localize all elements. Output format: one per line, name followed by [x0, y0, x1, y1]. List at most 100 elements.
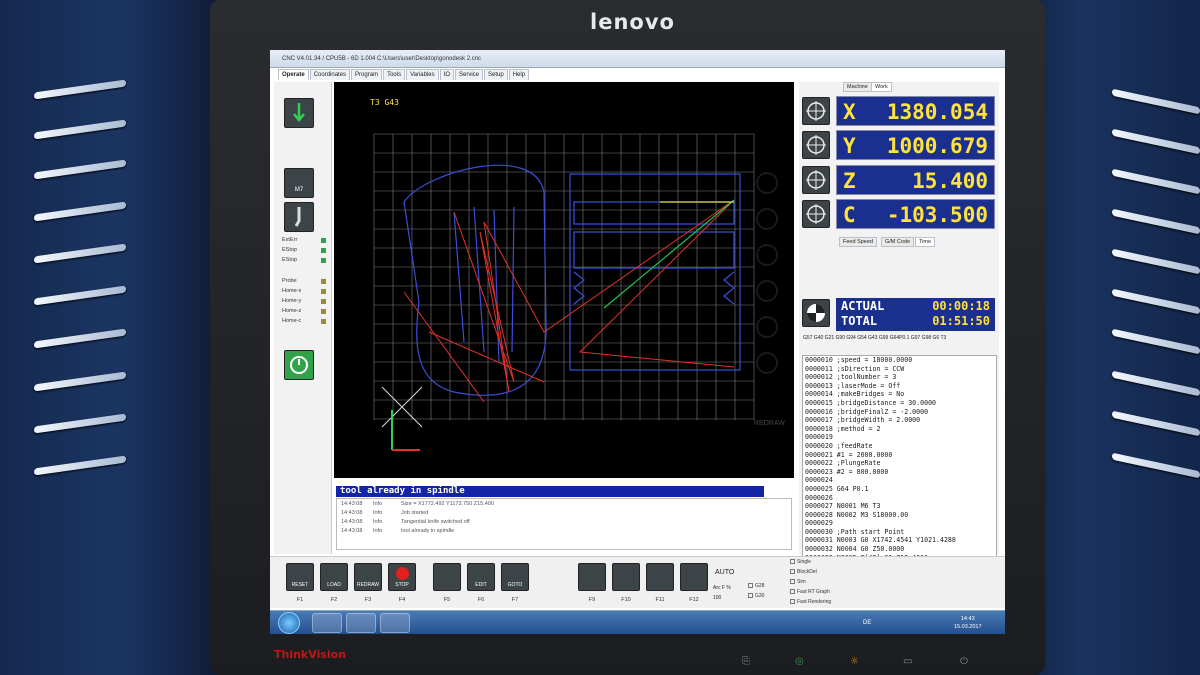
view-top-icon[interactable] — [756, 352, 778, 374]
zoom-in-icon[interactable] — [756, 172, 778, 194]
edit-button[interactable]: EDIT — [467, 563, 495, 591]
window-titlebar[interactable]: CNC V4.01.34 / CPU5B - 6D 1.004 C:\Users… — [270, 50, 1005, 68]
vent-slot — [1112, 410, 1200, 437]
gcode-line[interactable]: 0000027 N0001 M6 T3 — [803, 502, 996, 511]
gcode-line[interactable]: 0000021 #1 = 2000.0000 — [803, 451, 996, 460]
indicator-estop: EStop — [282, 247, 328, 253]
menu-icon[interactable]: ◎ — [795, 656, 804, 667]
gcode-line[interactable]: 0000030 ;Path start Point — [803, 528, 996, 537]
tab-operate[interactable]: Operate — [278, 69, 309, 80]
rewind-button[interactable] — [433, 563, 461, 591]
gcode-listing[interactable]: 0000010 ;speed = 18000.0000 0000011 ;sDir… — [802, 355, 997, 567]
display-icon[interactable]: ▭ — [903, 656, 912, 667]
undo-button[interactable] — [680, 563, 708, 591]
media-taskbar-icon[interactable] — [346, 613, 376, 633]
gcode-line[interactable]: 0000028 N0002 M3 S18000.00 — [803, 511, 996, 520]
probe-path — [603, 199, 735, 309]
blockdel-checkbox[interactable]: BlockDel — [790, 569, 817, 575]
fast-rt-graph-checkbox[interactable]: Fast RT Graph — [790, 589, 830, 595]
left-panel: M7 ExtErr EStop EStop Probe Home-x Home-… — [274, 82, 332, 554]
g28-checkbox[interactable]: G28 — [748, 583, 764, 589]
tab-setup[interactable]: Setup — [484, 69, 508, 80]
tab-variables[interactable]: Variables — [406, 69, 439, 80]
indicator-exterr: ExtErr — [282, 237, 328, 243]
tab-machine[interactable]: Machine — [843, 82, 872, 92]
gcode-line[interactable]: 0000017 ;bridgeWidth = 2.0000 — [803, 416, 996, 425]
gcode-line[interactable]: 0000012 ;toolNumber = 3 — [803, 373, 996, 382]
stop-button[interactable]: STOP — [388, 563, 416, 591]
gcode-line[interactable]: 0000026 — [803, 494, 996, 503]
tab-work[interactable]: Work — [871, 82, 892, 92]
brightness-icon[interactable]: ☼ — [850, 656, 859, 667]
tab-coordinates[interactable]: Coordinates — [309, 69, 351, 80]
m7-button[interactable]: M7 — [284, 168, 314, 198]
tool-icon — [294, 207, 301, 227]
function-bar: RESET LOAD REDRAW STOP EDIT GOTO F1 F2 F… — [270, 556, 1005, 608]
gcode-line[interactable]: 0000025 G64 P0.1 — [803, 485, 996, 494]
g30-checkbox[interactable]: G30 — [748, 593, 764, 599]
zoom-fit-icon[interactable] — [756, 244, 778, 266]
zoom-out-icon[interactable] — [756, 208, 778, 230]
language-indicator[interactable]: DE — [863, 620, 871, 626]
tab-help[interactable]: Help — [508, 69, 530, 80]
zero-y-button[interactable] — [802, 131, 830, 159]
gcode-line[interactable]: 0000011 ;sDirection = CCW — [803, 365, 996, 374]
zero-c-button[interactable] — [802, 200, 830, 228]
reset-button[interactable]: RESET — [286, 563, 314, 591]
view-3d-icon[interactable] — [756, 316, 778, 338]
gcode-line[interactable]: 0000013 ;laserMode = Off — [803, 382, 996, 391]
gcode-line[interactable]: 0000020 ;feedRate — [803, 442, 996, 451]
vent-slot — [34, 371, 126, 392]
gcode-line[interactable]: 0000032 N0004 G0 Z50.0000 — [803, 545, 996, 554]
cnc-app-taskbar-icon[interactable] — [380, 613, 410, 633]
gcode-line[interactable]: 0000016 ;bridgeFinalZ = -2.0000 — [803, 408, 996, 417]
feed-reset-button[interactable] — [646, 563, 674, 591]
arc-feed-value[interactable]: 100 — [713, 595, 731, 601]
arc-feed: Arc F % 100 — [713, 585, 731, 601]
gcode-line[interactable]: 0000018 ;method = 2 — [803, 425, 996, 434]
gcode-line[interactable]: 0000029 — [803, 519, 996, 528]
feed-minus-button[interactable] — [578, 563, 606, 591]
explorer-taskbar-icon[interactable] — [312, 613, 342, 633]
tab-time[interactable]: Time — [915, 237, 936, 247]
start-cycle-button[interactable] — [284, 350, 314, 380]
gcode-line[interactable]: 0000024 — [803, 476, 996, 485]
vent-slot — [1112, 328, 1200, 355]
goto-button[interactable]: GOTO — [501, 563, 529, 591]
power-icon[interactable]: ⏻ — [960, 656, 968, 667]
coolant-button[interactable] — [284, 98, 314, 128]
tab-io[interactable]: IO — [439, 69, 454, 80]
feed-plus-button[interactable] — [612, 563, 640, 591]
gcode-line[interactable]: 0000031 N0003 G0 X1742.4541 Y1021.4288 — [803, 536, 996, 545]
taskbar-clock[interactable]: 14:43 15.03.2017 — [954, 615, 982, 631]
fast-rendering-checkbox[interactable]: Fast Rendering — [790, 599, 831, 605]
redraw-label[interactable]: REDRAW — [754, 420, 785, 427]
zero-x-button[interactable] — [802, 97, 830, 125]
gcode-line[interactable]: 0000022 ;PlungeRate — [803, 459, 996, 468]
spindle-button[interactable] — [284, 202, 314, 232]
pan-icon[interactable] — [756, 280, 778, 302]
tab-program[interactable]: Program — [351, 69, 383, 80]
vent-slot — [1112, 88, 1200, 115]
toolpath-viewport[interactable]: T3 G43 REDRAW — [334, 82, 794, 478]
gcode-line[interactable]: 0000019 — [803, 433, 996, 442]
load-button[interactable]: LOAD — [320, 563, 348, 591]
tab-feed-speed[interactable]: Feed Speed — [839, 237, 877, 247]
monitor-screen: CNC V4.01.34 / CPU5B - 6D 1.004 C:\Users… — [270, 50, 1005, 634]
gcode-line[interactable]: 0000023 #2 = 800.0000 — [803, 468, 996, 477]
single-checkbox[interactable]: Single — [790, 559, 811, 565]
input-icon[interactable]: ⎘ — [742, 656, 750, 667]
tab-service[interactable]: Service — [455, 69, 484, 80]
time-reset-button[interactable] — [802, 299, 830, 327]
start-button[interactable] — [278, 612, 300, 634]
fkey-label: F6 — [477, 597, 485, 603]
sim-checkbox[interactable]: Sim — [790, 579, 806, 585]
mode-label: AUTO — [715, 569, 735, 576]
redraw-button[interactable]: REDRAW — [354, 563, 382, 591]
gcode-line[interactable]: 0000014 ;makeBridges = No — [803, 390, 996, 399]
zero-z-button[interactable] — [802, 166, 830, 194]
gcode-line[interactable]: 0000010 ;speed = 18000.0000 — [803, 356, 996, 365]
gcode-line[interactable]: 0000015 ;bridgeDistance = 30.0000 — [803, 399, 996, 408]
tab-tools[interactable]: Tools — [383, 69, 406, 80]
tab-gm-code[interactable]: G/M Code — [881, 237, 915, 247]
